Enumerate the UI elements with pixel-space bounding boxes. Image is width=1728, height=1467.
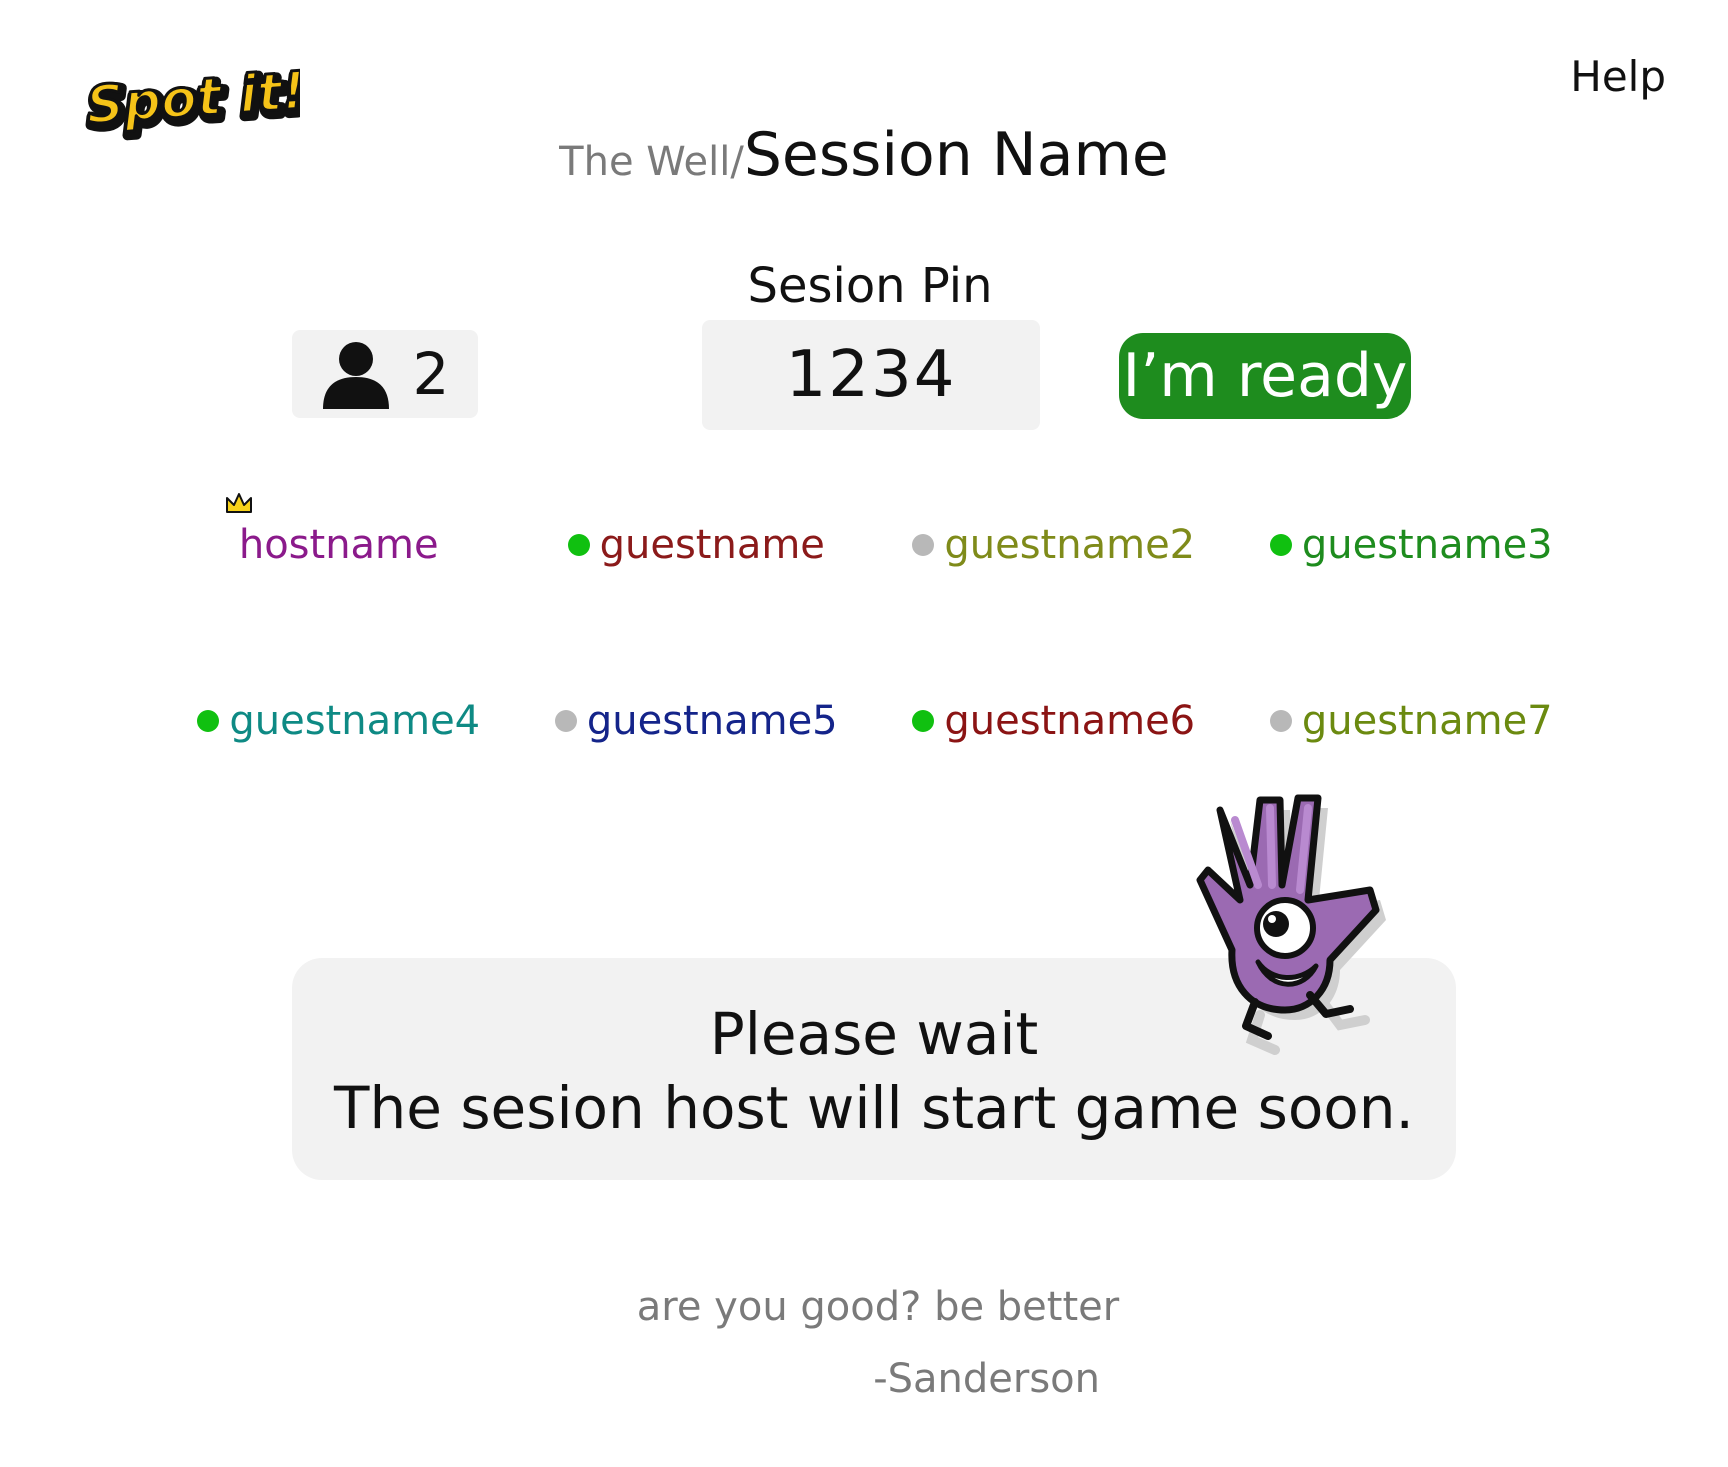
breadcrumb-separator: / bbox=[730, 139, 744, 185]
session-pin-value: 1234 bbox=[702, 320, 1040, 430]
player-count-value: 2 bbox=[412, 340, 450, 408]
player-guest: guestname5 bbox=[518, 696, 876, 746]
ready-status-dot bbox=[567, 534, 590, 556]
player-count-badge: 2 bbox=[292, 330, 478, 418]
user-icon bbox=[322, 342, 389, 409]
player-name: guestname3 bbox=[1301, 522, 1553, 568]
quote-author: -Sanderson bbox=[873, 1356, 1100, 1402]
player-host: hostname bbox=[160, 493, 518, 570]
breadcrumb-parent[interactable]: The Well bbox=[559, 139, 730, 185]
ready-status-dot bbox=[1269, 534, 1292, 556]
waiting-status-dot bbox=[554, 710, 577, 732]
player-name: guestname5 bbox=[586, 698, 838, 744]
help-link[interactable]: Help bbox=[1570, 52, 1666, 101]
player-name: guestname4 bbox=[229, 698, 481, 744]
players-grid: hostname guestname guestname2 guestname3… bbox=[160, 493, 1591, 746]
hand-mascot-illustration bbox=[1196, 794, 1386, 1055]
player-name: guestname6 bbox=[944, 698, 1196, 744]
session-pin-label: Sesion Pin bbox=[747, 258, 993, 314]
quote-text: are you good? be better bbox=[636, 1284, 1120, 1330]
breadcrumb: The Well/Session Name bbox=[0, 120, 1728, 190]
im-ready-button[interactable]: I’m ready bbox=[1119, 333, 1411, 419]
host-name-wrap: hostname bbox=[225, 493, 439, 568]
player-guest: guestname6 bbox=[875, 696, 1233, 746]
ready-status-dot bbox=[197, 710, 220, 732]
waiting-status-dot bbox=[1269, 710, 1292, 732]
player-guest: guestname3 bbox=[1233, 520, 1591, 570]
player-guest: guestname2 bbox=[875, 520, 1233, 570]
crown-icon bbox=[225, 493, 252, 513]
player-name: guestname2 bbox=[944, 522, 1196, 568]
player-guest: guestname4 bbox=[160, 696, 518, 746]
session-name-title: Session Name bbox=[743, 120, 1169, 190]
wait-message: The sesion host will start game soon. bbox=[334, 1074, 1414, 1142]
player-name: hostname bbox=[238, 522, 439, 568]
player-name: guestname7 bbox=[1301, 698, 1553, 744]
ready-status-dot bbox=[912, 710, 935, 732]
waiting-status-dot bbox=[912, 534, 935, 556]
player-guest: guestname7 bbox=[1233, 696, 1591, 746]
player-guest: guestname bbox=[518, 520, 876, 570]
player-name: guestname bbox=[599, 522, 825, 568]
